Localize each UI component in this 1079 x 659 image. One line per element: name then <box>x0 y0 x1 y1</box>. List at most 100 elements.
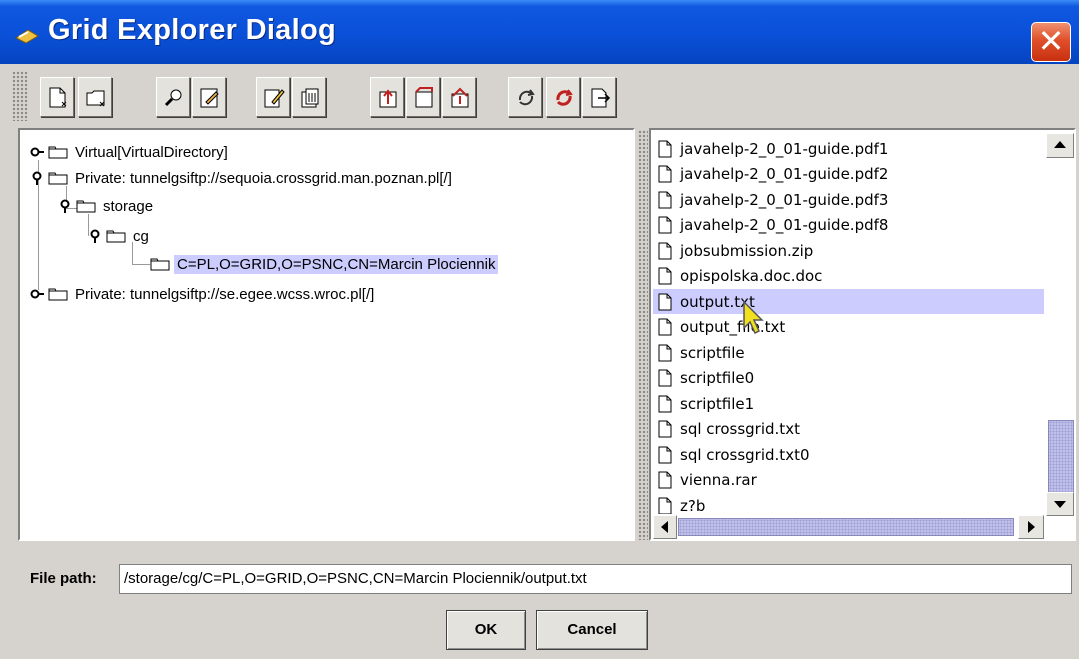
vertical-scroll-thumb[interactable] <box>1048 420 1074 495</box>
search-button[interactable] <box>156 77 190 117</box>
file-list-item[interactable]: javahelp-2_0_01-guide.pdf2 <box>653 162 1044 187</box>
stop-button[interactable] <box>546 77 580 117</box>
file-icon <box>658 165 672 183</box>
file-path-label: File path: <box>30 570 97 587</box>
file-list[interactable]: javahelp-2_0_01-guide.pdf1 javahelp-2_0_0… <box>649 128 1076 541</box>
collapse-handle-icon <box>90 229 100 243</box>
file-icon <box>658 267 672 285</box>
file-name: output_file.txt <box>680 318 786 336</box>
new-file-icon <box>49 87 67 108</box>
file-name: javahelp-2_0_01-guide.pdf8 <box>680 216 889 234</box>
rename-icon <box>264 89 285 108</box>
file-name: scriptfile <box>680 343 745 362</box>
tree-node-storage[interactable]: storage <box>58 195 156 217</box>
file-icon <box>658 471 672 489</box>
scroll-up-button[interactable] <box>1046 133 1074 158</box>
toolbar-grip[interactable] <box>12 71 28 121</box>
arrow-right-icon <box>1028 521 1035 533</box>
mouse-cursor-icon <box>743 300 764 335</box>
arrow-up-icon <box>1054 141 1066 148</box>
file-list-item[interactable]: scriptfile <box>653 340 1044 365</box>
file-icon <box>658 446 672 463</box>
file-list-item[interactable]: scriptfile0 <box>653 366 1044 391</box>
file-list-item[interactable]: output_file.txt <box>653 315 1044 340</box>
folder-icon <box>48 172 68 185</box>
file-list-item[interactable]: javahelp-2_0_01-guide.pdf8 <box>653 213 1044 238</box>
collapse-handle-icon <box>60 199 70 213</box>
delete-button[interactable] <box>292 77 326 117</box>
file-icon <box>658 344 672 361</box>
edit-button[interactable] <box>192 77 226 117</box>
tree-node-label: Virtual[VirtualDirectory] <box>75 143 228 161</box>
refresh-icon <box>518 89 535 106</box>
properties-button[interactable] <box>582 77 616 117</box>
tree-node-marcin[interactable]: C=PL,O=GRID,O=PSNC,CN=Marcin Plociennik <box>150 253 499 275</box>
file-list-item[interactable]: output.txt <box>653 289 1044 314</box>
file-list-item[interactable]: scriptfile1 <box>653 391 1044 416</box>
new-folder-button[interactable] <box>78 77 112 117</box>
file-name: sql crossgrid.txt <box>680 420 800 438</box>
delete-icon <box>301 88 319 108</box>
file-icon <box>658 216 672 234</box>
file-icon <box>658 318 672 336</box>
tree-node-cg[interactable]: cg <box>88 225 152 247</box>
file-name: opispolska.doc.doc <box>680 267 823 285</box>
tree-node-label: Private: tunnelgsiftp://se.egee.wcss.wro… <box>75 285 375 303</box>
file-name: jobsubmission.zip <box>680 241 814 260</box>
horizontal-scroll-thumb[interactable] <box>678 518 1014 536</box>
tree-node-label: C=PL,O=GRID,O=PSNC,CN=Marcin Plociennik <box>174 254 499 274</box>
close-button[interactable]: ✕ <box>1031 22 1071 62</box>
arrow-left-icon <box>661 521 668 533</box>
cancel-button[interactable]: Cancel <box>536 610 648 650</box>
file-icon <box>658 140 672 157</box>
properties-icon <box>591 88 611 108</box>
refresh-button[interactable] <box>508 77 542 117</box>
file-name: javahelp-2_0_01-guide.pdf1 <box>680 139 889 158</box>
folder-up-button[interactable] <box>370 77 404 117</box>
tree-node-wroc[interactable]: Private: tunnelgsiftp://se.egee.wcss.wro… <box>30 283 377 305</box>
folder-icon <box>48 288 68 301</box>
file-icon <box>658 293 672 310</box>
file-icon <box>658 497 672 514</box>
tree-node-sequoia[interactable]: Private: tunnelgsiftp://sequoia.crossgri… <box>30 167 455 189</box>
file-list-item[interactable]: javahelp-2_0_01-guide.pdf1 <box>653 136 1044 161</box>
new-file-button[interactable] <box>40 77 74 117</box>
home-folder-button[interactable] <box>442 77 476 117</box>
app-icon <box>15 29 39 44</box>
tree-line <box>132 264 150 265</box>
file-name: javahelp-2_0_01-guide.pdf3 <box>680 190 889 209</box>
new-folder-icon <box>86 90 105 107</box>
file-list-item[interactable]: jobsubmission.zip <box>653 238 1044 263</box>
arrow-down-icon <box>1054 501 1066 508</box>
file-icon <box>658 242 672 259</box>
folder-icon <box>150 258 170 271</box>
scroll-down-button[interactable] <box>1046 492 1074 516</box>
scroll-right-button[interactable] <box>1018 515 1044 539</box>
edit-icon <box>200 88 219 108</box>
expand-handle-icon <box>30 147 44 157</box>
expand-handle-icon <box>30 289 44 299</box>
ok-button[interactable]: OK <box>446 610 526 650</box>
rename-button[interactable] <box>256 77 290 117</box>
file-list-item[interactable]: javahelp-2_0_01-guide.pdf3 <box>653 187 1044 212</box>
folder-up-icon <box>379 89 397 108</box>
file-list-item[interactable]: vienna.rar <box>653 468 1044 493</box>
open-folder-button[interactable] <box>406 77 440 117</box>
tree-node-label: storage <box>103 197 154 215</box>
file-name: scriptfile0 <box>680 369 755 387</box>
scroll-left-button[interactable] <box>653 515 677 539</box>
file-list-item[interactable]: sql crossgrid.txt <box>653 417 1044 442</box>
file-list-item[interactable]: sql crossgrid.txt0 <box>653 442 1044 467</box>
file-icon <box>658 420 672 438</box>
pane-splitter[interactable] <box>638 130 648 540</box>
file-list-item[interactable]: opispolska.doc.doc <box>653 264 1044 289</box>
tree-node-virtual[interactable]: Virtual[VirtualDirectory] <box>30 141 231 163</box>
folder-icon <box>76 200 96 213</box>
tree-node-label: cg <box>133 227 149 245</box>
file-name: scriptfile1 <box>680 394 755 413</box>
file-path-field[interactable]: /storage/cg/C=PL,O=GRID,O=PSNC,CN=Marcin… <box>119 564 1072 594</box>
folder-icon <box>415 87 433 108</box>
directory-tree[interactable] <box>18 128 635 541</box>
file-icon <box>658 369 672 387</box>
tree-node-label: Private: tunnelgsiftp://sequoia.crossgri… <box>75 169 452 187</box>
